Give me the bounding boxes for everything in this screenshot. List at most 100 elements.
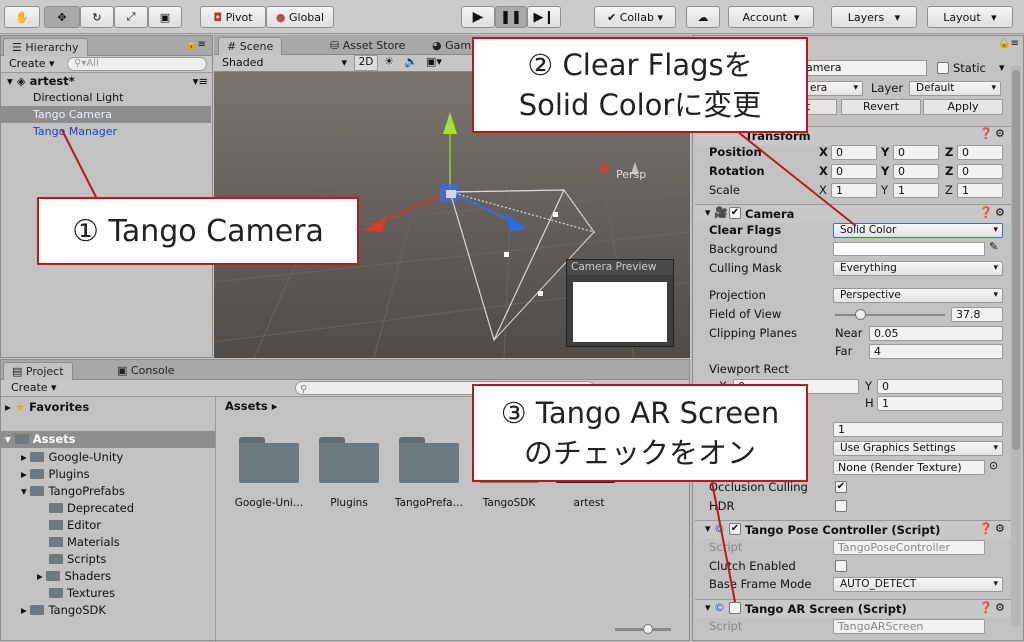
project-tree-item[interactable]: Materials xyxy=(49,534,120,551)
hierarchy-search-input[interactable]: ⚲▾All xyxy=(67,57,207,71)
tab-scene[interactable]: # Scene xyxy=(218,37,283,55)
help-icon[interactable]: ❓ xyxy=(979,206,993,219)
hdr-checkbox[interactable] xyxy=(835,500,847,512)
rect-tool-button[interactable]: ▣ xyxy=(148,6,182,28)
tab-game[interactable]: ◕ Gam xyxy=(424,37,479,55)
pause-button[interactable]: ❚❚ xyxy=(495,6,527,28)
gear-icon[interactable]: ⚙ xyxy=(995,206,1005,219)
inspector-scrollbar-thumb[interactable] xyxy=(1012,70,1020,450)
help-icon[interactable]: ❓ xyxy=(979,127,993,140)
static-checkbox[interactable] xyxy=(937,62,949,74)
transform-pos-field[interactable]: 0 xyxy=(957,145,1003,160)
gear-icon[interactable]: ⚙ xyxy=(995,601,1005,614)
background-color-field[interactable] xyxy=(833,242,985,256)
assets-row[interactable]: ▾ Assets xyxy=(1,431,215,448)
rotate-tool-button[interactable]: ↻ xyxy=(80,6,114,28)
inspector-scrollbar[interactable] xyxy=(1011,66,1021,626)
help-icon[interactable]: ❓ xyxy=(979,522,993,535)
layers-button[interactable]: Layers ▾ xyxy=(831,6,917,28)
hierarchy-create-button[interactable]: Create ▾ xyxy=(9,57,55,70)
global-button[interactable]: ● Global xyxy=(266,6,334,28)
help-icon[interactable]: ❓ xyxy=(979,601,993,614)
project-tree-item[interactable]: ▸ Shaders xyxy=(37,568,111,585)
transform-rot-field[interactable]: 0 xyxy=(893,164,939,179)
toggle-2d-button[interactable]: 2D xyxy=(354,55,378,71)
scene-root-row[interactable]: ▾ ◈ artest* ▾≡ xyxy=(1,73,212,90)
transform-scl-field[interactable]: 1 xyxy=(893,183,939,198)
zoom-slider-thumb[interactable] xyxy=(643,624,653,634)
hand-tool-button[interactable]: ✋ xyxy=(4,6,40,28)
base-frame-mode-dropdown[interactable]: AUTO_DETECT xyxy=(833,577,1003,592)
project-tree-item[interactable]: Deprecated xyxy=(49,500,134,517)
tree-expand-icon[interactable]: ▸ xyxy=(21,467,30,481)
clear-flags-dropdown[interactable]: Solid Color xyxy=(833,223,1003,238)
viewport-y-field[interactable]: 0 xyxy=(877,379,1003,394)
inspector-lock-icon[interactable]: 🔒≡ xyxy=(998,38,1019,49)
asset-folder[interactable] xyxy=(399,437,459,483)
eyedropper-icon[interactable]: ✎ xyxy=(989,240,998,253)
breadcrumb[interactable]: Assets ▸ xyxy=(225,399,278,413)
scale-tool-button[interactable]: ⤢ xyxy=(114,6,148,28)
project-tree-item[interactable]: ▸ TangoSDK xyxy=(21,602,106,619)
rendering-path-dropdown[interactable]: Use Graphics Settings xyxy=(833,441,1003,456)
far-field[interactable]: 4 xyxy=(869,344,1003,359)
project-tree-item[interactable]: Scripts xyxy=(49,551,106,568)
hierarchy-item[interactable]: Tango Manager xyxy=(1,123,211,140)
object-name-field[interactable]: amera xyxy=(801,60,927,76)
tab-asset-store[interactable]: ⛁ Asset Store xyxy=(322,37,413,55)
transform-rot-field[interactable]: 0 xyxy=(831,164,877,179)
lighting-icon[interactable]: ☀ xyxy=(384,55,394,68)
move-tool-button[interactable]: ✥ xyxy=(44,6,80,28)
lock-icon[interactable]: 🔒≡ xyxy=(185,39,206,50)
pose-controller-enabled-checkbox[interactable]: ✔ xyxy=(729,523,741,535)
play-button[interactable]: ▶ xyxy=(461,6,495,28)
ar-screen-header[interactable]: Tango AR Screen (Script) xyxy=(695,599,1011,618)
near-field[interactable]: 0.05 xyxy=(869,326,1003,341)
transform-scl-field[interactable]: 1 xyxy=(831,183,877,198)
zoom-slider[interactable] xyxy=(615,624,671,634)
clutch-enabled-checkbox[interactable] xyxy=(835,560,847,572)
camera-header[interactable]: Camera xyxy=(695,204,1011,223)
hierarchy-item-selected[interactable]: Tango Camera xyxy=(1,106,211,123)
gear-icon[interactable]: ⚙ xyxy=(995,522,1005,535)
tab-console[interactable]: ▣ Console xyxy=(109,362,183,380)
target-texture-field[interactable]: None (Render Texture) xyxy=(833,460,985,475)
layer-dropdown[interactable]: Default xyxy=(909,81,1001,96)
object-picker-icon[interactable]: ⊙ xyxy=(989,459,998,472)
favorites-row[interactable]: ▸ ★ Favorites xyxy=(5,399,89,416)
transform-pos-field[interactable]: 0 xyxy=(831,145,877,160)
hierarchy-item[interactable]: Directional Light xyxy=(1,89,211,106)
fov-slider-thumb[interactable] xyxy=(855,309,866,320)
tree-expand-icon[interactable]: ▸ xyxy=(21,450,30,464)
project-tree-item[interactable]: ▸ Google-Unity xyxy=(21,449,123,466)
projection-dropdown[interactable]: Perspective xyxy=(833,288,1003,303)
image-effects-icon[interactable]: ▣▾ xyxy=(426,55,442,68)
static-dropdown-icon[interactable]: ▾ xyxy=(999,61,1005,74)
culling-mask-dropdown[interactable]: Everything xyxy=(833,261,1003,276)
project-create-button[interactable]: Create ▾ xyxy=(11,381,57,394)
tag-dropdown[interactable]: era xyxy=(803,81,863,96)
transform-rot-field[interactable]: 0 xyxy=(957,164,1003,179)
gear-icon[interactable]: ⚙ xyxy=(995,127,1005,140)
project-tree-item[interactable]: ▸ Plugins xyxy=(21,466,90,483)
layout-button[interactable]: Layout ▾ xyxy=(927,6,1013,28)
pose-controller-header[interactable]: Tango Pose Controller (Script) xyxy=(695,520,1011,539)
shading-dropdown[interactable]: Shaded ▾ xyxy=(222,56,347,69)
depth-field[interactable]: 1 xyxy=(833,422,1003,437)
tab-project[interactable]: ▤ Project xyxy=(3,362,73,380)
cloud-button[interactable]: ☁ xyxy=(686,6,720,28)
occlusion-culling-checkbox[interactable]: ✔ xyxy=(835,481,847,493)
tree-expand-icon[interactable]: ▸ xyxy=(37,569,46,583)
transform-pos-field[interactable]: 0 xyxy=(893,145,939,160)
viewport-h-field[interactable]: 1 xyxy=(877,396,1003,411)
camera-enabled-checkbox[interactable]: ✔ xyxy=(729,207,741,219)
persp-label[interactable]: Persp xyxy=(616,168,646,181)
prefab-revert-button[interactable]: Revert xyxy=(841,99,921,115)
audio-icon[interactable]: 🔊 xyxy=(404,55,418,68)
account-button[interactable]: Account ▾ xyxy=(728,6,814,28)
ar-screen-enabled-checkbox[interactable] xyxy=(729,602,741,614)
collab-button[interactable]: ✔ Collab ▾ xyxy=(594,6,676,28)
tree-expand-icon[interactable]: ▾ xyxy=(21,484,30,498)
project-tree-item[interactable]: Editor xyxy=(49,517,101,534)
asset-folder[interactable] xyxy=(239,437,299,483)
